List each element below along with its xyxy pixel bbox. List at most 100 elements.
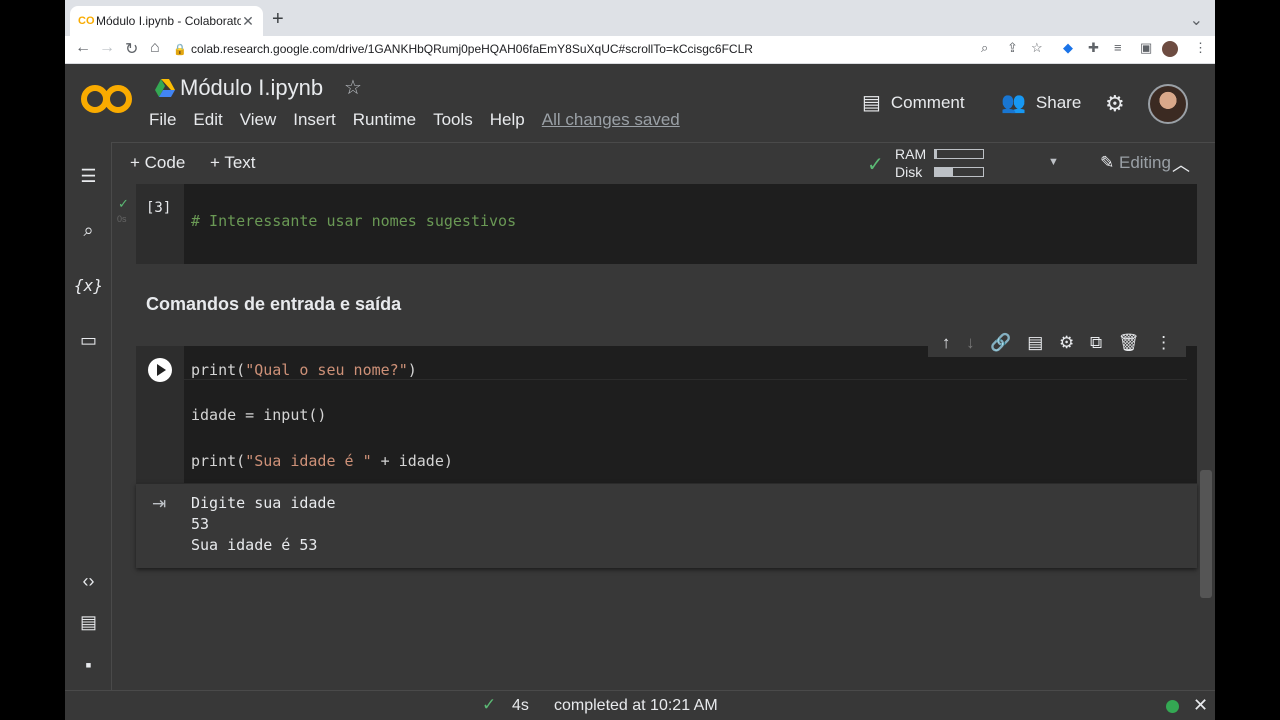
settings-gear-icon[interactable]: ⚙ (1105, 91, 1125, 117)
notebook-toolbar: + Code + Text ✓ RAM Disk ▼ ✎ Editing ︿ (112, 142, 1215, 184)
new-tab-icon[interactable]: + (272, 8, 284, 31)
ram-usage-fill (935, 150, 938, 158)
browser-menu-icon[interactable]: ⋮ (1194, 40, 1207, 56)
menu-bar: File Edit View Insert Runtime Tools Help… (149, 110, 697, 130)
collapse-header-icon[interactable]: ︿ (1172, 151, 1190, 177)
string-literal: "Sua idade é " (245, 452, 372, 470)
forward-arrow-icon[interactable]: → (99, 39, 115, 57)
variables-icon[interactable]: {x} (65, 276, 112, 295)
colab-header: Módulo I.ipynb ☆ File Edit View Insert R… (65, 64, 1215, 142)
home-icon[interactable]: ⌂ (150, 39, 160, 57)
run-cell-button[interactable] (148, 358, 172, 382)
execution-duration: 4s (512, 697, 529, 714)
code-line[interactable]: # Interessante usar nomes sugestivos (191, 212, 516, 230)
completion-message[interactable]: completed at 10:21 AM (554, 697, 718, 715)
browser-tab[interactable]: CO Módulo I.ipynb - Colaboratory ✕ (70, 6, 263, 36)
bookmark-star-icon[interactable]: ☆ (1031, 40, 1043, 56)
notebook-scrollbar[interactable] (1200, 470, 1212, 598)
section-heading: Comandos de entrada e saída (146, 294, 402, 314)
code-line-1[interactable]: print("Qual o seu nome?") (191, 361, 417, 379)
output-line-1: Digite sua idade (191, 494, 336, 512)
save-status-link[interactable]: All changes saved (542, 110, 680, 130)
profile-avatar-icon[interactable] (1162, 41, 1178, 57)
code-cell-comment[interactable]: ✓ 0s [3] # Interessante usar nomes suges… (117, 184, 1197, 264)
resources-dropdown-icon[interactable]: ▼ (1048, 156, 1059, 168)
menu-view[interactable]: View (240, 110, 277, 130)
link-icon[interactable]: 🔗 (990, 333, 1011, 353)
tab-strip: CO Módulo I.ipynb - Colaboratory ✕ + ⌄ (65, 0, 1215, 36)
colab-favicon-icon: CO (78, 15, 95, 27)
menu-insert[interactable]: Insert (293, 110, 336, 130)
google-drive-icon[interactable] (155, 79, 175, 97)
delete-trash-icon[interactable]: 🗑 (1118, 333, 1140, 353)
url-text: colab.research.google.com/drive/1GANKHbQ… (191, 42, 753, 56)
close-tab-icon[interactable]: ✕ (241, 13, 255, 30)
browser-toolbar: ← → ↻ ⌂ 🔒 colab.research.google.com/driv… (65, 36, 1215, 64)
menu-file[interactable]: File (149, 110, 176, 130)
ram-label: RAM (895, 146, 927, 162)
ram-usage-bar (934, 149, 984, 159)
tab-search-chevron-icon[interactable]: ⌄ (1190, 10, 1203, 30)
files-folder-icon[interactable]: ▭ (65, 330, 112, 351)
cell-actions-toolbar: ↑ ↓ 🔗 ▤ ⚙ ⧉ 🗑 ⋮ (928, 329, 1186, 357)
user-avatar[interactable] (1148, 84, 1188, 124)
concat-expression: + idade) (371, 452, 453, 470)
extensions-puzzle-icon[interactable]: ✚ (1088, 40, 1099, 56)
mirror-cell-icon[interactable]: ⧉ (1090, 333, 1102, 353)
more-options-icon[interactable]: ⋮ (1155, 333, 1172, 353)
pencil-icon: ✎ (1100, 153, 1115, 172)
editing-mode-button[interactable]: ✎ Editing (1100, 153, 1171, 173)
code-cell-input-output[interactable]: print("Qual o seu nome?") idade = input(… (136, 346, 1197, 483)
code-snippets-icon[interactable]: ‹› (65, 571, 112, 592)
star-icon[interactable]: ☆ (344, 75, 362, 100)
print-call: print( (191, 361, 246, 379)
close-status-icon[interactable]: ✕ (1193, 695, 1208, 716)
extension-icon[interactable]: ◆ (1063, 40, 1073, 56)
menu-edit[interactable]: Edit (193, 110, 222, 130)
comment-cell-icon[interactable]: ▤ (1027, 333, 1043, 353)
search-icon[interactable]: ⌕ (65, 220, 112, 241)
comment-button[interactable]: ▤ Comment (862, 90, 965, 115)
output-line-2: 53 (191, 515, 210, 533)
move-down-arrow-icon[interactable]: ↓ (966, 333, 975, 353)
terminal-icon[interactable]: ▪ (65, 655, 112, 676)
disk-usage-bar (934, 167, 984, 177)
runtime-status-dot-icon (1166, 700, 1179, 713)
side-panel-icon[interactable]: ▣ (1140, 40, 1152, 56)
colab-logo-icon[interactable] (81, 82, 133, 116)
move-up-arrow-icon[interactable]: ↑ (942, 333, 951, 353)
menu-help[interactable]: Help (490, 110, 525, 130)
code-line-2[interactable]: idade = input() (191, 406, 326, 424)
cell-settings-gear-icon[interactable]: ⚙ (1059, 333, 1074, 353)
cell-output: ⇥ Digite sua idade 53 Sua idade é 53 (136, 483, 1197, 568)
output-line-3: Sua idade é 53 (191, 536, 318, 554)
run-duration: 0s (117, 214, 127, 224)
string-literal: "Qual o seu nome?" (245, 361, 408, 379)
reload-icon[interactable]: ↻ (125, 39, 138, 59)
reading-list-icon[interactable]: ≡ (1114, 40, 1122, 55)
address-bar[interactable]: 🔒 colab.research.google.com/drive/1GANKH… (173, 37, 1053, 61)
table-of-contents-icon[interactable]: ☰ (65, 166, 112, 187)
print-call: print( (191, 452, 246, 470)
notebook-main: ✓ 0s [3] # Interessante usar nomes suges… (112, 184, 1215, 690)
add-text-button[interactable]: + Text (210, 153, 256, 173)
command-palette-icon[interactable]: ▤ (65, 612, 112, 633)
run-success-check-icon: ✓ (118, 196, 129, 211)
menu-tools[interactable]: Tools (433, 110, 473, 130)
output-action-icon[interactable]: ⇥ (152, 494, 166, 514)
left-sidebar: ☰ ⌕ {x} ▭ ‹› ▤ ▪ (65, 142, 112, 690)
disk-usage-fill (935, 168, 954, 176)
notebook-title[interactable]: Módulo I.ipynb (180, 75, 323, 101)
lock-icon: 🔒 (173, 43, 187, 56)
back-arrow-icon[interactable]: ← (75, 39, 91, 57)
tab-title: Módulo I.ipynb - Colaboratory (96, 14, 241, 28)
code-line-3[interactable]: print("Sua idade é " + idade) (191, 452, 453, 470)
add-code-button[interactable]: + Code (130, 153, 185, 173)
cell-gutter: ✓ 0s [3] (117, 184, 184, 264)
menu-runtime[interactable]: Runtime (353, 110, 416, 130)
zoom-icon[interactable]: ⌕ (981, 40, 988, 56)
share-page-icon[interactable]: ⇪ (1007, 40, 1018, 56)
share-label: Share (1035, 92, 1082, 112)
cell-gutter (136, 346, 184, 483)
share-button[interactable]: 👥 Share (1001, 90, 1081, 115)
